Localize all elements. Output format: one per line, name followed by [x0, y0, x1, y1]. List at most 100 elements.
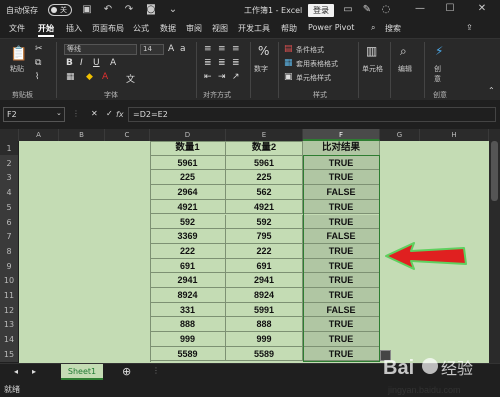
table-format-icon[interactable]: ▦: [284, 58, 293, 68]
row-header[interactable]: 4: [0, 185, 18, 201]
column-header-c[interactable]: C: [105, 129, 150, 141]
table-cell[interactable]: 222: [226, 243, 303, 259]
table-cell[interactable]: 3369: [150, 229, 226, 244]
column-header-d[interactable]: D: [150, 129, 226, 141]
row-header[interactable]: 8: [0, 243, 18, 259]
decrease-font-icon[interactable]: a: [180, 44, 186, 54]
undo-icon[interactable]: ↶: [101, 4, 115, 16]
row-header[interactable]: 7: [0, 229, 18, 245]
percent-icon[interactable]: %: [258, 44, 269, 58]
find-icon[interactable]: ⌕: [400, 44, 407, 59]
row-header[interactable]: 13: [0, 317, 18, 333]
row-header[interactable]: 12: [0, 302, 18, 318]
fill-color-icon[interactable]: ◆: [86, 72, 93, 82]
row-header[interactable]: 2: [0, 155, 18, 171]
table-cell[interactable]: 8924: [226, 288, 303, 303]
cell-style-icon[interactable]: ▣: [284, 72, 293, 82]
tab-page-layout[interactable]: 页面布局: [92, 23, 124, 34]
align-center-icon[interactable]: ≣: [218, 58, 226, 68]
align-middle-icon[interactable]: ≡: [218, 44, 226, 54]
underline-icon[interactable]: U: [93, 58, 100, 68]
row-header[interactable]: 5: [0, 199, 18, 215]
table-cell[interactable]: 222: [150, 243, 226, 259]
coauthor-icon[interactable]: ✎: [360, 4, 374, 16]
column-header-f[interactable]: F: [303, 129, 380, 141]
font-name-combo[interactable]: 等线: [64, 44, 137, 55]
search-icon[interactable]: ⌕: [371, 23, 375, 33]
wen-icon[interactable]: 文: [126, 72, 135, 85]
copy-icon[interactable]: ⧉: [35, 58, 41, 68]
search-tab[interactable]: 搜索: [385, 23, 401, 34]
share-icon[interactable]: ⇪: [466, 23, 473, 32]
create-label[interactable]: 创意: [434, 64, 444, 84]
indent-icon[interactable]: ⇤: [204, 72, 212, 82]
table-cell[interactable]: 5961: [226, 155, 303, 171]
tab-insert[interactable]: 插入: [66, 23, 82, 34]
table-cell[interactable]: 5589: [150, 346, 226, 362]
table-cell[interactable]: 691: [150, 258, 226, 274]
table-cell[interactable]: 999: [150, 332, 226, 347]
phonetic-icon[interactable]: A: [110, 58, 116, 68]
border-icon[interactable]: ▦: [66, 72, 75, 82]
close-icon[interactable]: ✕: [475, 3, 489, 17]
ribbon-display-icon[interactable]: ▭: [341, 4, 355, 16]
cond-format-icon[interactable]: ▤: [284, 44, 293, 54]
table-cell[interactable]: 5961: [150, 155, 226, 171]
tab-power-pivot[interactable]: Power Pivot: [308, 23, 354, 32]
tab-formulas[interactable]: 公式: [133, 23, 149, 34]
column-header-g[interactable]: G: [380, 129, 420, 141]
outdent-icon[interactable]: ⇥: [218, 72, 226, 82]
cut-icon[interactable]: ✂: [35, 44, 43, 54]
tab-split-icon[interactable]: ⋮: [152, 366, 160, 375]
align-top-icon[interactable]: ≡: [204, 44, 212, 54]
table-cell[interactable]: 999: [226, 332, 303, 347]
sheet-tab-sheet1[interactable]: Sheet1: [61, 364, 103, 380]
table-cell[interactable]: 4921: [226, 199, 303, 215]
autosave-toggle[interactable]: 关: [48, 4, 72, 16]
vertical-scrollbar[interactable]: [489, 129, 500, 363]
camera-icon[interactable]: ◙: [144, 4, 158, 16]
column-header-e[interactable]: E: [226, 129, 303, 141]
table-cell[interactable]: 592: [226, 214, 303, 230]
row-header[interactable]: 14: [0, 332, 18, 348]
paste-icon[interactable]: 📋: [10, 46, 27, 62]
login-button[interactable]: 登录: [308, 4, 334, 17]
paste-label[interactable]: 粘贴: [10, 64, 24, 74]
cond-format-label[interactable]: 条件格式: [296, 45, 324, 55]
table-cell[interactable]: 795: [226, 229, 303, 244]
table-header-cell[interactable]: 比对结果: [303, 141, 380, 156]
table-cell[interactable]: 888: [226, 317, 303, 333]
align-right-icon[interactable]: ≣: [232, 58, 240, 68]
row-header[interactable]: 6: [0, 214, 18, 230]
tab-data[interactable]: 数据: [160, 23, 176, 34]
tab-review[interactable]: 审阅: [186, 23, 202, 34]
column-header-b[interactable]: B: [59, 129, 105, 141]
tab-file[interactable]: 文件: [9, 23, 25, 34]
table-cell[interactable]: 5589: [226, 346, 303, 362]
scrollbar-thumb[interactable]: [491, 141, 498, 201]
table-cell[interactable]: 2964: [150, 185, 226, 200]
table-header-cell[interactable]: 数量2: [226, 141, 303, 156]
table-cell[interactable]: 2941: [226, 273, 303, 288]
insert-function-icon[interactable]: fx: [116, 110, 124, 119]
namebox-dropdown-icon[interactable]: ⌄: [56, 109, 62, 117]
table-cell[interactable]: 225: [226, 170, 303, 186]
bold-icon[interactable]: B: [66, 58, 73, 68]
table-cell[interactable]: 888: [150, 317, 226, 333]
row-header[interactable]: 9: [0, 258, 18, 274]
table-cell[interactable]: 2941: [150, 273, 226, 288]
table-cell[interactable]: 8924: [150, 288, 226, 303]
table-cell[interactable]: 562: [226, 185, 303, 200]
save-icon[interactable]: ▣: [80, 4, 94, 16]
maximize-icon[interactable]: ☐: [443, 3, 457, 17]
cells-label[interactable]: 单元格: [362, 64, 383, 74]
row-header[interactable]: 15: [0, 346, 18, 362]
tab-home[interactable]: 开始: [38, 23, 54, 37]
table-cell[interactable]: 4921: [150, 199, 226, 215]
table-cell[interactable]: 592: [150, 214, 226, 230]
cells-icon[interactable]: ▥: [366, 44, 377, 58]
font-size-combo[interactable]: 14: [140, 44, 164, 55]
add-sheet-icon[interactable]: ⊕: [122, 365, 131, 378]
increase-font-icon[interactable]: A: [168, 44, 174, 54]
table-cell[interactable]: 331: [150, 302, 226, 318]
